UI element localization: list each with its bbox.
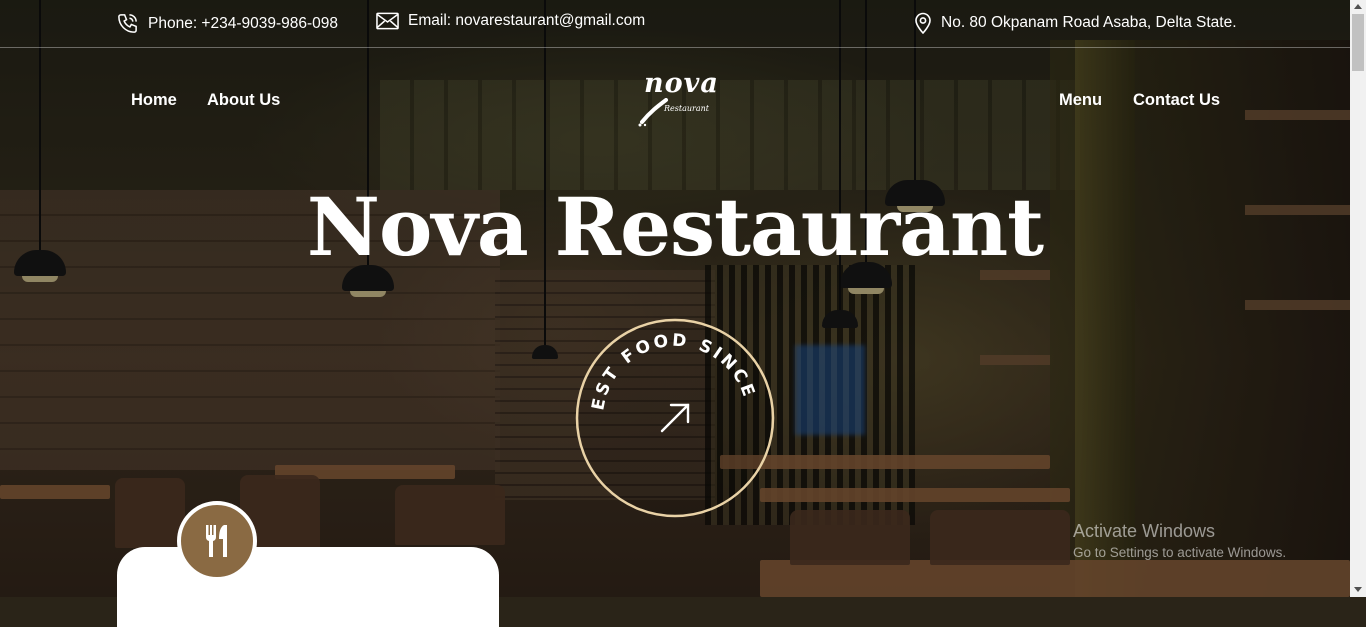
best-food-badge[interactable]: BEST FOOD SINCE [567,303,775,518]
mail-icon [376,12,399,30]
email-text: Email: novarestaurant@gmail.com [408,12,646,29]
nav-home[interactable]: Home [131,91,177,110]
address-text: No. 80 Okpanam Road Asaba, Delta State. [941,14,1237,31]
scroll-up-arrow-icon[interactable] [1354,4,1362,9]
activate-windows-title: Activate Windows [1073,521,1216,541]
nav-about-us[interactable]: About Us [207,91,280,110]
top-info-bar: Phone: +234-9039-986-098 Email: novarest… [0,0,1350,48]
phone-text: Phone: +234-9039-986-098 [148,14,339,32]
feature-card [117,547,499,627]
phone-icon [116,12,139,35]
scroll-down-arrow-icon[interactable] [1354,587,1362,592]
nav-contact-us[interactable]: Contact Us [1133,91,1220,110]
address-info[interactable]: No. 80 Okpanam Road Asaba, Delta State. [914,12,1237,34]
logo-word: nova [644,68,719,99]
activate-windows-subtitle: Go to Settings to activate Windows. [1073,545,1287,560]
email-info[interactable]: Email: novarestaurant@gmail.com [376,12,645,30]
location-pin-icon [914,12,932,34]
hero-title: Nova Restaurant [306,180,1044,274]
nova-logo[interactable]: nova Restaurant [636,68,719,130]
scrollbar-track[interactable] [1350,0,1366,597]
logo-subtitle: Restaurant [664,104,709,113]
feature-card-icon [177,501,257,581]
nav-menu[interactable]: Menu [1059,91,1102,110]
utensils-icon [205,525,227,557]
scrollbar-thumb[interactable] [1352,14,1364,71]
phone-info[interactable]: Phone: +234-9039-986-098 [116,12,338,35]
logo-fork-icon [638,98,668,127]
